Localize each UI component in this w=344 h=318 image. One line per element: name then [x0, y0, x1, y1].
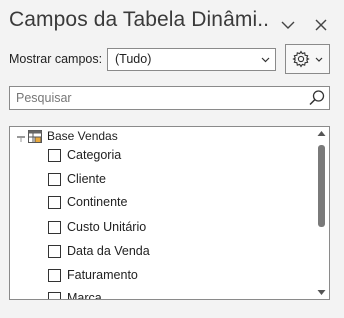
field-list: Base Vendas Categoria Cliente Continente… — [9, 126, 330, 300]
close-icon — [315, 19, 327, 31]
settings-button[interactable] — [285, 44, 330, 74]
scrollbar-thumb[interactable] — [318, 145, 325, 227]
field-item[interactable]: Cliente — [48, 172, 106, 186]
field-label: Cliente — [67, 172, 106, 186]
show-fields-dropdown[interactable]: (Tudo) — [107, 48, 276, 71]
field-item[interactable]: Continente — [48, 195, 127, 209]
field-item[interactable]: Faturamento — [48, 268, 138, 282]
field-item[interactable]: Custo Unitário — [48, 220, 146, 234]
show-fields-label: Mostrar campos: — [9, 52, 103, 66]
vertical-scrollbar[interactable] — [314, 127, 329, 299]
field-checkbox[interactable] — [48, 291, 61, 299]
chevron-down-icon — [315, 57, 323, 62]
show-fields-value: (Tudo) — [115, 52, 152, 66]
tree-root-item[interactable]: Base Vendas — [16, 129, 118, 143]
field-label: Marca — [67, 291, 102, 300]
field-item[interactable]: Categoria — [48, 148, 121, 162]
dropdown-arrow-icon — [261, 57, 270, 63]
scroll-up-arrow-icon[interactable] — [317, 130, 326, 137]
field-label: Custo Unitário — [67, 220, 147, 234]
field-checkbox[interactable] — [48, 220, 61, 234]
scroll-down-arrow-icon[interactable] — [317, 289, 326, 296]
collapse-toggle-icon[interactable] — [16, 131, 26, 142]
field-label: Data da Venda — [67, 244, 150, 258]
search-icon[interactable] — [308, 89, 326, 107]
field-item[interactable]: Data da Venda — [48, 244, 150, 258]
field-checkbox[interactable] — [48, 244, 61, 258]
field-label: Continente — [67, 195, 128, 209]
search-input[interactable]: Pesquisar — [9, 86, 330, 110]
field-checkbox[interactable] — [48, 268, 61, 282]
field-checkbox[interactable] — [48, 148, 61, 162]
field-label: Categoria — [67, 148, 122, 162]
chevron-down-icon — [281, 21, 295, 29]
search-placeholder: Pesquisar — [16, 91, 72, 105]
panel-options-button[interactable] — [279, 16, 297, 34]
panel-title: Campos da Tabela Dinâmi... — [9, 8, 269, 31]
tree-root-label: Base Vendas — [47, 129, 118, 143]
gear-icon — [292, 50, 310, 68]
field-item[interactable]: Marca — [48, 291, 102, 300]
field-checkbox[interactable] — [48, 172, 61, 186]
field-checkbox[interactable] — [48, 195, 61, 209]
close-button[interactable] — [312, 16, 330, 34]
table-icon — [28, 129, 42, 143]
field-label: Faturamento — [67, 268, 138, 282]
